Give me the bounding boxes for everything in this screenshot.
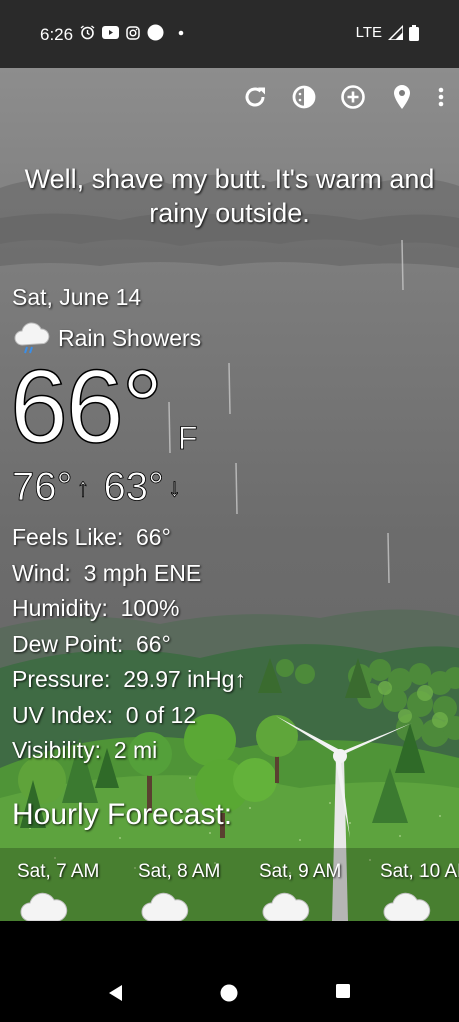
low-arrow-icon: ↓ (168, 472, 182, 503)
location-button[interactable] (384, 82, 420, 112)
detail-value: 2 mi (113, 737, 158, 763)
hourly-forecast-title: Hourly Forecast: (12, 798, 233, 831)
detail-label: Feels Like: (12, 524, 124, 550)
detail-label: Wind: (12, 559, 71, 586)
detail-pressure: Pressure: 29.97 inHg↑ (12, 662, 246, 698)
temperature-unit: F (178, 420, 198, 457)
weather-details: Feels Like: 66° Wind: 3 mph ENE Humidity… (12, 520, 246, 769)
detail-uv-index: UV Index: 0 of 12 (12, 698, 246, 734)
battery-icon (409, 24, 419, 41)
theme-button[interactable] (286, 82, 322, 112)
cloud-icon (141, 892, 189, 921)
high-temp: 76° (12, 465, 73, 510)
detail-value: 66° (136, 630, 171, 657)
hourly-time: Sat, 10 AM (380, 861, 459, 882)
cloud-icon (383, 892, 431, 921)
low-temp: 63° (103, 465, 164, 510)
home-icon[interactable] (219, 983, 239, 1003)
status-bar: 6:26 LTE (0, 0, 459, 68)
high-arrow-icon: ↑ (76, 472, 90, 503)
system-indicators: LTE (356, 24, 419, 41)
network-type: LTE (355, 24, 382, 41)
detail-feels-like: Feels Like: 66° (12, 520, 246, 556)
weather-tagline: Well, shave my butt. It's warm and rainy… (24, 164, 435, 228)
detail-label: Dew Point: (12, 630, 124, 657)
detail-dew-point: Dew Point: 66° (12, 627, 246, 663)
back-icon[interactable] (106, 983, 124, 1003)
detail-value: 100% (120, 595, 180, 621)
detail-value: 3 mph ENE (83, 559, 202, 586)
hourly-time: Sat, 7 AM (17, 861, 100, 882)
navigation-bar (0, 921, 459, 1022)
detail-visibility: Visibility: 2 mi (12, 733, 246, 769)
youtube-icon (102, 26, 119, 39)
more-options-button[interactable] (433, 82, 449, 112)
instagram-icon (126, 25, 140, 40)
detail-humidity: Humidity: 100% (12, 591, 246, 627)
location-pin-icon (394, 85, 410, 109)
hourly-item[interactable]: Sat, 7 AM (0, 848, 120, 921)
high-low-temps: 76° ↑ 63° ↓ (12, 465, 182, 510)
dot-icon (178, 30, 184, 35)
weather-scene[interactable]: Well, shave my butt. It's warm and rainy… (0, 68, 459, 921)
detail-label: Visibility: (12, 737, 102, 763)
detail-label: UV Index: (12, 701, 113, 728)
notification-icons (80, 24, 185, 41)
theme-icon (292, 85, 316, 109)
hourly-time: Sat, 8 AM (138, 861, 221, 882)
detail-wind: Wind: 3 mph ENE (12, 556, 246, 592)
status-time: 6:26 (40, 25, 74, 44)
detail-label: Pressure: (12, 666, 111, 692)
hourly-item[interactable]: Sat, 9 AM (242, 848, 362, 921)
current-temperature: 66° (9, 348, 164, 466)
hourly-time: Sat, 9 AM (259, 861, 342, 882)
cloud-icon (20, 892, 68, 921)
toolbar (237, 82, 449, 112)
hourly-item[interactable]: Sat, 10 AM (363, 848, 459, 921)
signal-icon (388, 25, 403, 40)
recents-icon[interactable] (335, 983, 351, 999)
detail-label: Humidity: (12, 595, 108, 621)
detail-value: 29.97 inHg↑ (123, 666, 246, 692)
more-options-icon (438, 87, 444, 107)
add-location-icon (341, 85, 365, 109)
hourly-item[interactable]: Sat, 8 AM (121, 848, 241, 921)
detail-value: 66° (136, 524, 171, 550)
alarm-icon (80, 25, 95, 40)
current-date: Sat, June 14 (12, 284, 142, 310)
cloud-icon (262, 892, 310, 921)
circle-icon (147, 24, 164, 41)
refresh-icon (245, 87, 265, 107)
hourly-forecast-list[interactable]: Sat, 7 AM Sat, 8 AM Sat, 9 AM Sat, 10 AM (0, 848, 459, 921)
detail-value: 0 of 12 (125, 701, 197, 728)
add-location-button[interactable] (335, 82, 371, 112)
refresh-button[interactable] (237, 82, 273, 112)
